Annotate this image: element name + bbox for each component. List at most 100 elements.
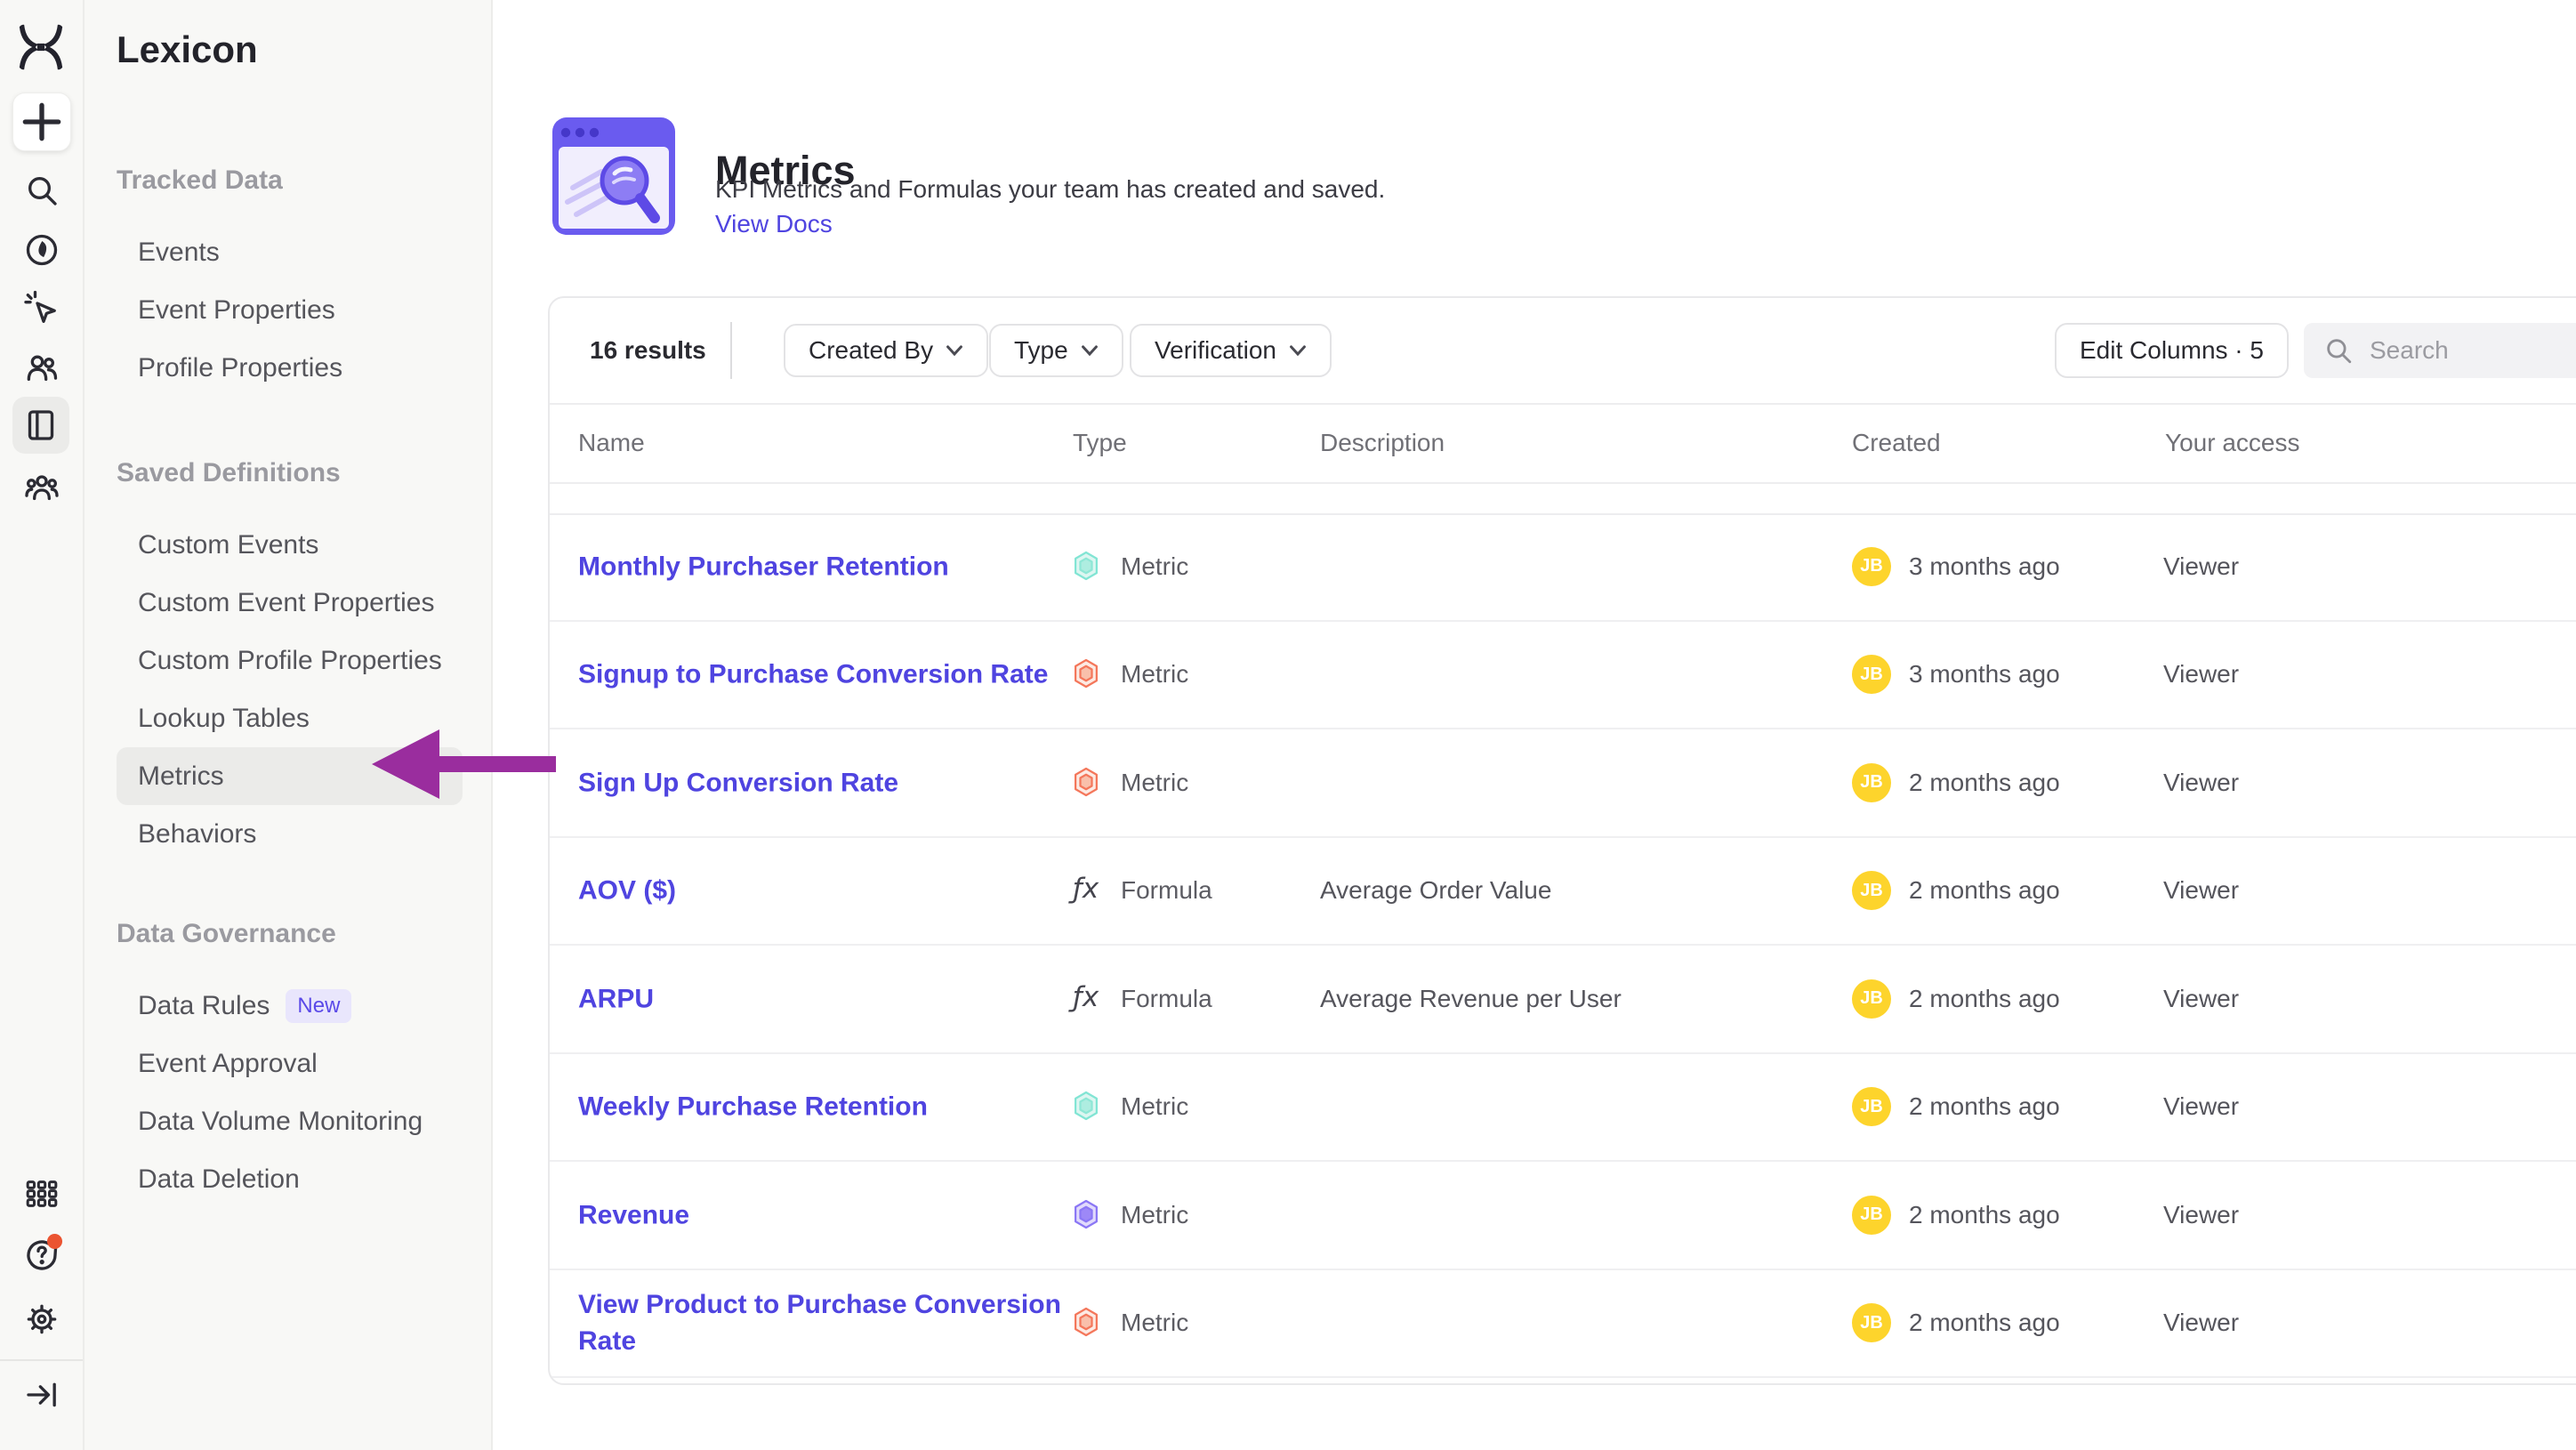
- metric-type-icon: ƒx: [1073, 1089, 1108, 1124]
- sidebar-item-active[interactable]: Metrics: [117, 747, 463, 805]
- filter-button-created-by[interactable]: Created By: [784, 324, 988, 377]
- metric-name-link[interactable]: Weekly Purchase Retention: [578, 1089, 928, 1125]
- sidebar-item[interactable]: Lookup Tables: [85, 689, 491, 747]
- metric-type-icon: ƒx: [1073, 657, 1108, 692]
- access-level: Viewer: [2163, 769, 2239, 797]
- type-label: Metric: [1121, 1309, 1188, 1337]
- apps-grid-icon[interactable]: [24, 1176, 60, 1212]
- sidebar-section-title: Data Governance: [117, 918, 491, 950]
- help-icon[interactable]: [24, 1237, 60, 1273]
- sidebar-item-label: Events: [138, 238, 220, 268]
- sidebar-title: Lexicon: [117, 27, 491, 73]
- users-nav-icon[interactable]: [24, 350, 60, 385]
- creator-avatar: JB: [1852, 1196, 1891, 1235]
- type-label: Metric: [1121, 769, 1188, 797]
- description-text: Average Order Value: [1320, 876, 1551, 905]
- metric-name-link[interactable]: Sign Up Conversion Rate: [578, 764, 898, 801]
- sidebar-item-label: Event Approval: [138, 1049, 318, 1079]
- sidebar-item-label: Custom Event Properties: [138, 588, 434, 618]
- hexagon-icon: [1073, 767, 1099, 797]
- filter-button-type[interactable]: Type: [989, 324, 1123, 377]
- hexagon-icon: [1073, 551, 1099, 581]
- sidebar-item-label: Data Rules: [138, 991, 270, 1021]
- access-level: Viewer: [2163, 1201, 2239, 1229]
- search-nav-icon[interactable]: [24, 173, 60, 208]
- formula-icon: ƒx: [1073, 981, 1099, 1013]
- sidebar-item[interactable]: Event Properties: [85, 281, 491, 339]
- type-label: Formula: [1121, 985, 1212, 1013]
- type-label: Metric: [1121, 1201, 1188, 1229]
- metric-name-link[interactable]: AOV ($): [578, 873, 676, 909]
- main-content: Metrics KPI Metrics and Formulas your te…: [493, 0, 2576, 1450]
- teams-nav-icon[interactable]: [24, 470, 60, 505]
- metric-type-icon: ƒx: [1073, 1197, 1108, 1233]
- metric-type-icon: ƒx: [1073, 981, 1108, 1017]
- chevron-down-icon: [1081, 345, 1099, 357]
- sidebar-item[interactable]: Profile Properties: [85, 339, 491, 397]
- view-docs-link[interactable]: View Docs: [715, 206, 833, 242]
- chevron-down-icon: [946, 345, 963, 357]
- notification-dot: [47, 1234, 62, 1249]
- metrics-page-icon: [551, 117, 676, 236]
- metric-name-link[interactable]: Monthly Purchaser Retention: [578, 548, 949, 584]
- metric-name-link[interactable]: Revenue: [578, 1196, 689, 1233]
- results-count: 16 results: [590, 298, 706, 403]
- icon-rail: [0, 0, 85, 1450]
- events-nav-icon[interactable]: [24, 290, 60, 326]
- settings-gear-icon[interactable]: [24, 1301, 60, 1337]
- metric-name-link[interactable]: Signup to Purchase Conversion Rate: [578, 657, 1048, 693]
- edit-columns-button[interactable]: Edit Columns · 5: [2055, 323, 2289, 378]
- collapse-sidebar-icon[interactable]: [24, 1377, 60, 1413]
- created-time: 2 months ago: [1909, 985, 2060, 1013]
- sidebar-item-label: Profile Properties: [138, 353, 342, 383]
- created-time: 3 months ago: [1909, 660, 2060, 689]
- edit-columns-label: Edit Columns · 5: [2080, 336, 2264, 365]
- sidebar-item[interactable]: Custom Profile Properties: [85, 632, 491, 689]
- rail-divider: [0, 1359, 83, 1361]
- create-button[interactable]: [12, 93, 71, 151]
- type-label: Metric: [1121, 660, 1188, 689]
- type-label: Formula: [1121, 876, 1212, 905]
- plus-icon: [13, 93, 70, 150]
- sidebar-item[interactable]: Data Rules New: [85, 977, 491, 1035]
- creator-avatar: JB: [1852, 655, 1891, 694]
- sidebar-item[interactable]: Custom Event Properties: [85, 574, 491, 632]
- metric-name-link[interactable]: View Product to Purchase Conversion Rate: [578, 1286, 1076, 1359]
- hexagon-icon: [1073, 1307, 1099, 1337]
- access-level: Viewer: [2163, 1092, 2239, 1121]
- metric-type-icon: ƒx: [1073, 765, 1108, 801]
- boards-nav-icon[interactable]: [24, 232, 60, 268]
- sidebar-item[interactable]: Events: [85, 223, 491, 281]
- metric-name-link[interactable]: ARPU: [578, 980, 654, 1017]
- created-time: 2 months ago: [1909, 1092, 2060, 1121]
- sidebar-item[interactable]: Behaviors: [85, 805, 491, 863]
- book-icon: [23, 407, 59, 443]
- sidebar-item[interactable]: Data Deletion: [85, 1150, 491, 1208]
- table-row: View Product to Purchase Conversion Rate…: [550, 1270, 2576, 1379]
- creator-avatar: JB: [1852, 763, 1891, 802]
- sidebar-item-label: Behaviors: [138, 819, 256, 850]
- sidebar-item-label: Lookup Tables: [138, 704, 310, 734]
- metric-type-icon: ƒx: [1073, 873, 1108, 908]
- filter-label: Verification: [1155, 336, 1276, 365]
- sidebar-item[interactable]: Data Volume Monitoring: [85, 1092, 491, 1150]
- type-label: Metric: [1121, 1092, 1188, 1121]
- chevron-down-icon: [1289, 345, 1307, 357]
- mixpanel-logo-icon: [15, 21, 67, 73]
- column-header: Created: [1852, 429, 1941, 457]
- creator-avatar: JB: [1852, 1087, 1891, 1126]
- access-level: Viewer: [2163, 876, 2239, 905]
- hexagon-icon: [1073, 658, 1099, 689]
- hexagon-icon: [1073, 1199, 1099, 1229]
- search-input[interactable]: [2368, 335, 2576, 366]
- lexicon-sidebar: Lexicon Tracked Data Events Event Proper…: [85, 0, 493, 1450]
- sidebar-item[interactable]: Custom Events: [85, 516, 491, 574]
- lexicon-nav-icon-active[interactable]: [12, 397, 69, 454]
- filter-button-verification[interactable]: Verification: [1130, 324, 1332, 377]
- table-body[interactable]: Monthly Purchaser Retention ƒx Metric JB…: [550, 513, 2576, 1378]
- created-time: 2 months ago: [1909, 876, 2060, 905]
- sidebar-item[interactable]: Event Approval: [85, 1035, 491, 1092]
- table-row: Monthly Purchaser Retention ƒx Metric JB…: [550, 513, 2576, 622]
- formula-icon: ƒx: [1073, 873, 1099, 905]
- column-header: Name: [578, 429, 645, 457]
